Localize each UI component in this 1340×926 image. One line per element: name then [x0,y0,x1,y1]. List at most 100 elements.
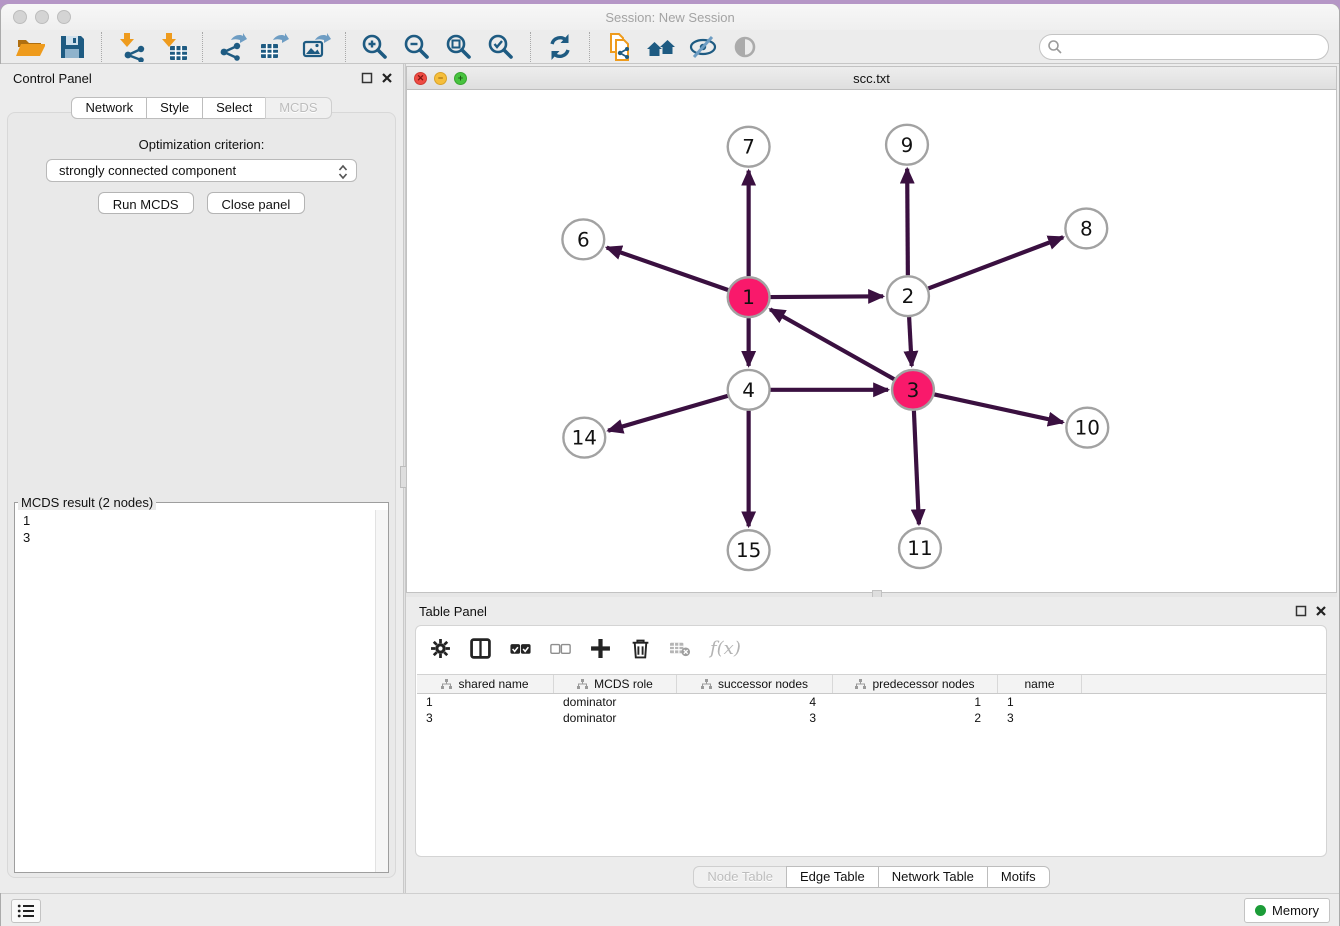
run-mcds-button[interactable]: Run MCDS [98,192,194,214]
create-column-icon[interactable] [590,638,611,659]
export-image-icon[interactable] [301,32,331,62]
tab-mcds[interactable]: MCDS [265,97,331,119]
node-3[interactable]: 3 [892,370,934,410]
result-scrollbar[interactable] [375,510,388,872]
shared-column-icon [441,679,452,690]
show-columns-icon[interactable] [470,638,491,659]
network-canvas[interactable]: 7 9 6 8 1 2 4 3 14 10 15 11 [407,90,1336,592]
table-cell[interactable]: 3 [416,710,553,726]
table-cell[interactable]: 1 [997,694,1081,710]
close-panel-button[interactable]: Close panel [207,192,306,214]
node-label: 11 [907,537,932,560]
table-cell[interactable]: 1 [832,694,997,710]
table-cell[interactable]: 2 [832,710,997,726]
export-table-icon[interactable] [259,32,289,62]
hide-selected-icon[interactable] [688,32,718,62]
function-builder-icon[interactable]: f(x) [710,638,741,659]
float-panel-icon[interactable] [1295,605,1307,617]
column-header-successor-nodes[interactable]: successor nodes [677,675,833,693]
node-8[interactable]: 8 [1065,209,1107,249]
node-10[interactable]: 10 [1066,408,1108,448]
edge-4-14[interactable] [608,396,728,431]
save-session-icon[interactable] [57,32,87,62]
mcds-result-line: 1 [23,512,380,529]
table-options-icon[interactable] [430,638,451,659]
table-row[interactable]: 3dominator323 [416,710,1326,726]
refresh-layout-icon[interactable] [545,32,575,62]
import-table-icon[interactable] [158,32,188,62]
table-panel: Table Panel [406,597,1337,890]
node-9[interactable]: 9 [886,125,928,165]
table-cell[interactable]: 3 [676,710,832,726]
zoom-out-icon[interactable] [402,32,432,62]
tab-motifs[interactable]: Motifs [987,866,1050,888]
dropdown-value: strongly connected component [59,163,236,178]
close-panel-icon[interactable] [1315,605,1327,617]
search-input[interactable] [1039,34,1329,60]
window-title: Session: New Session [1,10,1339,25]
tab-style[interactable]: Style [146,97,203,119]
column-label: predecessor nodes [872,677,974,691]
select-all-icon[interactable] [510,638,531,659]
table-cell[interactable]: 3 [997,710,1081,726]
node-label: 2 [902,285,915,308]
import-network-icon[interactable] [116,32,146,62]
zoom-fit-icon[interactable] [444,32,474,62]
first-neighbors-icon[interactable] [646,32,676,62]
toolbar-separator [530,32,531,62]
clone-network-icon[interactable] [604,32,634,62]
deselect-all-icon[interactable] [550,638,571,659]
float-panel-icon[interactable] [361,72,373,84]
memory-button[interactable]: Memory [1244,898,1330,923]
column-header-shared-name[interactable]: shared name [417,675,554,693]
optimization-criterion-dropdown[interactable]: strongly connected component [46,159,357,182]
edge-2-8[interactable] [928,237,1063,288]
edge-1-2[interactable] [771,296,884,297]
tab-node-table[interactable]: Node Table [693,866,787,888]
node-table-container: f(x) shared nameMCDS rolesuccessor nodes… [415,625,1327,857]
node-7[interactable]: 7 [728,127,770,167]
edge-2-3[interactable] [909,317,912,366]
node-14[interactable]: 14 [563,418,605,458]
node-6[interactable]: 6 [562,219,604,259]
main-toolbar [1,30,1339,64]
shared-column-icon [855,679,866,690]
export-network-icon[interactable] [217,32,247,62]
column-header-MCDS-role[interactable]: MCDS role [554,675,677,693]
close-panel-icon[interactable] [381,72,393,84]
tab-edge-table[interactable]: Edge Table [786,866,879,888]
edge-2-9[interactable] [907,169,908,276]
table-panel-title: Table Panel [419,604,487,619]
table-cell[interactable]: dominator [553,710,676,726]
edge-1-6[interactable] [607,248,728,290]
memory-label: Memory [1272,903,1319,918]
zoom-in-icon[interactable] [360,32,390,62]
tab-select[interactable]: Select [202,97,266,119]
open-session-icon[interactable] [15,32,45,62]
node-15[interactable]: 15 [728,530,770,570]
column-header-name[interactable]: name [998,675,1082,693]
tab-network-table[interactable]: Network Table [878,866,988,888]
delete-table-icon[interactable] [670,638,691,659]
tab-network[interactable]: Network [71,97,147,119]
table-row[interactable]: 1dominator411 [416,694,1326,710]
column-header-predecessor-nodes[interactable]: predecessor nodes [833,675,998,693]
node-4[interactable]: 4 [728,370,770,410]
edge-3-1[interactable] [770,309,894,379]
node-1[interactable]: 1 [728,277,770,317]
edge-3-10[interactable] [934,394,1063,422]
show-all-icon[interactable] [730,32,760,62]
table-cell[interactable]: 4 [676,694,832,710]
mcds-result-box[interactable]: MCDS result (2 nodes) 13 [14,495,389,873]
task-history-button[interactable] [11,899,41,923]
dropdown-stepper-icon [338,164,348,180]
edge-3-11[interactable] [914,411,919,525]
table-cell[interactable]: dominator [553,694,676,710]
control-panel-tabs: NetworkStyleSelectMCDS [0,97,403,119]
node-label: 14 [572,427,597,450]
node-2[interactable]: 2 [887,276,929,316]
zoom-selected-icon[interactable] [486,32,516,62]
delete-columns-icon[interactable] [630,638,651,659]
node-11[interactable]: 11 [899,528,941,568]
table-cell[interactable]: 1 [416,694,553,710]
